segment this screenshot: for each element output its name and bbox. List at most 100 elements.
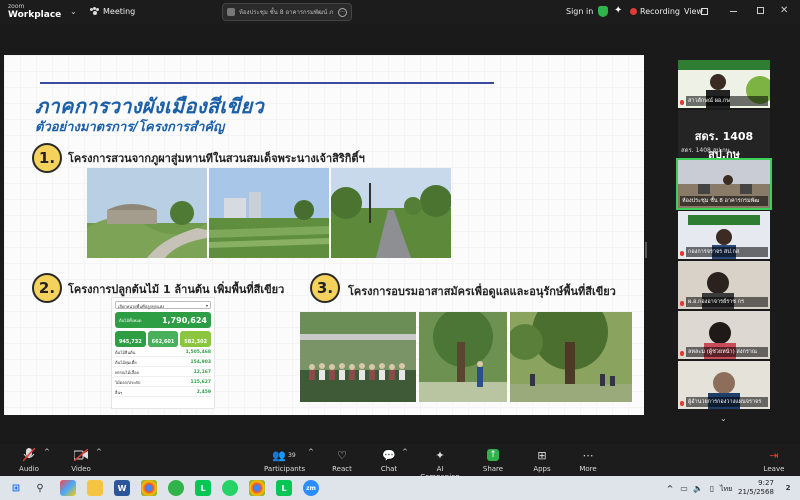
maximize-icon[interactable] [757, 7, 764, 14]
more-icon[interactable]: ··· [338, 7, 347, 17]
mic-muted-icon [680, 100, 684, 105]
chrome-icon[interactable] [249, 480, 265, 496]
ai-sparkle-icon: ✦ [435, 448, 445, 462]
chat-button[interactable]: 💬 Chat [378, 448, 400, 474]
participant-name: ห้องประชุม ชั้น 8 อาคารกรมพัฒ [680, 196, 768, 206]
language-indicator[interactable]: ไทย [720, 484, 732, 495]
apps-grid-icon: ⊞ [537, 448, 547, 462]
chat-options-caret[interactable]: ^ [402, 448, 408, 456]
park-photo-2 [209, 168, 329, 258]
record-icon [630, 8, 637, 15]
windows-taskbar: ⊞ ⚲ W L L zm ^ ▭ 🔈 ▯ ไทย 9:27 21/5/2568 … [0, 476, 800, 500]
panel-resize-handle[interactable] [645, 242, 647, 258]
dashboard-row: ไม้ดอก/ประดับ 115,627 [115, 380, 211, 387]
room-icon [227, 8, 235, 16]
participant-name-tile[interactable]: สดร. 1408 สป.กษ สดร. 1408 สป.กษ [678, 110, 770, 161]
participant-tile[interactable]: ผู้อำนวยการกองวางแผนจราจร [678, 361, 770, 409]
react-button[interactable]: ♡ React [330, 448, 354, 474]
participant-tile[interactable]: สาวลักษณ์ ผอ.กษ [678, 60, 770, 108]
dashboard-row: อื่นๆ 2,459 [115, 390, 211, 397]
slide-subtitle: ตัวอย่างมาตรการ/โครงการสำคัญ [35, 120, 225, 135]
dashboard-row: ต้นไม้ยืนต้น 1,505,468 [115, 350, 211, 357]
paw-icon [90, 7, 99, 16]
more-button[interactable]: ⋯ More [577, 448, 599, 474]
project-label-1: โครงการสวนจากภูผาสู่มหานทีในสวนสมเด็จพระ… [68, 152, 365, 165]
mic-muted-icon [680, 351, 684, 356]
video-off-icon [68, 448, 94, 462]
title-rule [40, 82, 494, 84]
audio-button[interactable]: Audio [16, 448, 42, 473]
participants-count: 39 [288, 451, 296, 459]
line-icon[interactable]: L [276, 480, 292, 496]
participant-name: สดร. 1408 สป.กษ [681, 147, 730, 154]
ai-sparkle-icon[interactable]: ✦ [614, 5, 622, 16]
participant-name: ลหละม (ผู้ช่วยหน้า) สงกราณ [686, 347, 768, 357]
zoom-logo: zoom Workplace [8, 3, 62, 20]
meeting-title: ห้องประชุม ชั้น 8 อาคารกรมพัฒน์ ภ [239, 9, 334, 16]
participant-tile[interactable]: กองการจราจร สป.กส [678, 211, 770, 259]
meeting-label: Meeting [103, 7, 136, 16]
minimize-icon[interactable] [730, 11, 737, 12]
summary-card-a: 945,732 [115, 331, 146, 347]
summary-cards: 945,732 662,601 582,302 [115, 331, 212, 347]
participants-icon: 👥 39 [272, 448, 296, 462]
project-number-1: 1. [32, 143, 62, 173]
file-explorer-icon[interactable] [87, 480, 103, 496]
notification-icon[interactable]: 2 [780, 480, 796, 496]
battery-icon[interactable]: ▯ [704, 480, 720, 496]
participant-tile-active-speaker[interactable]: ห้องประชุม ชั้น 8 อาคารกรมพัฒ [676, 158, 772, 210]
park-photo-1 [87, 168, 207, 258]
summary-card-c: 582,302 [180, 331, 212, 347]
word-icon[interactable]: W [114, 480, 130, 496]
leave-button[interactable]: ⇥ Leave [762, 448, 786, 474]
zoom-taskbar-icon[interactable]: zm [303, 480, 319, 496]
summary-card-b: 662,601 [147, 331, 179, 347]
app-green-icon[interactable] [168, 480, 184, 496]
participant-name: สาวลักษณ์ ผอ.กษ [686, 96, 768, 106]
chat-icon: 💬 [382, 448, 396, 462]
volunteer-group-photo [300, 312, 416, 402]
participant-name: กองการจราจร สป.กส [686, 247, 768, 257]
audio-options-caret[interactable]: ^ [44, 448, 50, 456]
project-label-2: โครงการปลูกต้นไม้ 1 ล้านต้น เพิ่มพื้นที่… [68, 283, 285, 296]
close-icon[interactable]: ✕ [780, 5, 788, 16]
tree-care-photo-1 [419, 312, 507, 402]
participants-options-caret[interactable]: ^ [308, 448, 314, 456]
project-number-3: 3. [310, 273, 340, 303]
shared-screen-slide: ภาคการวางผังเมืองสีเขียว ตัวอย่างมาตรการ… [4, 55, 644, 415]
windows-start-icon[interactable]: ⊞ [8, 480, 24, 496]
line-icon[interactable]: L [195, 480, 211, 496]
video-options-caret[interactable]: ^ [96, 448, 102, 456]
logo-text-workplace: Workplace [8, 10, 62, 20]
tree-planting-dashboard: เลือกหน่วยพื้นที่ปลูกทุกแห่ง ▾ ต้นไม้ทั้ง… [111, 297, 215, 409]
share-button[interactable]: ↑ Share [482, 448, 504, 473]
mic-muted-icon [680, 401, 684, 406]
project-label-3: โครงการอบรมอาสาสมัครเพื่อดูแลและอนุรักษ์… [348, 285, 616, 298]
participant-tile[interactable]: ลหละม (ผู้ช่วยหน้า) สงกราณ [678, 311, 770, 359]
copilot-icon[interactable] [60, 480, 76, 496]
park-photo-3 [331, 168, 451, 258]
leave-door-icon: ⇥ [769, 448, 779, 462]
more-icon: ⋯ [582, 448, 594, 462]
participant-name: ผ.อ.กองอาจารย์ราช กร [686, 297, 768, 307]
video-button[interactable]: Video [68, 448, 94, 473]
clock[interactable]: 9:27 21/5/2568 [738, 479, 774, 497]
search-icon[interactable]: ⚲ [32, 480, 48, 496]
sign-in-link[interactable]: Sign in [566, 7, 593, 16]
participant-tile[interactable]: ผ.อ.กองอาจารย์ราช กร [678, 261, 770, 309]
recording-indicator[interactable]: Recording [640, 7, 680, 16]
participants-button[interactable]: 👥 39 Participants [264, 448, 305, 474]
meeting-menu[interactable]: Meeting [90, 7, 135, 16]
chevron-down-icon[interactable]: ⌄ [70, 7, 77, 16]
apps-button[interactable]: ⊞ Apps [531, 448, 553, 474]
whatsapp-icon[interactable] [222, 480, 238, 496]
project-number-2: 2. [32, 273, 62, 303]
participant-name: ผู้อำนวยการกองวางแผนจราจร [686, 397, 768, 407]
mic-muted-icon [680, 251, 684, 256]
meeting-title-box[interactable]: ห้องประชุม ชั้น 8 อาคารกรมพัฒน์ ภ ··· [222, 3, 352, 21]
chrome-icon[interactable] [141, 480, 157, 496]
shield-icon[interactable] [598, 6, 608, 17]
grid-view-icon[interactable] [701, 8, 708, 15]
tree-care-photo-2 [510, 312, 632, 402]
chevron-down-icon[interactable]: ⌄ [720, 414, 727, 423]
